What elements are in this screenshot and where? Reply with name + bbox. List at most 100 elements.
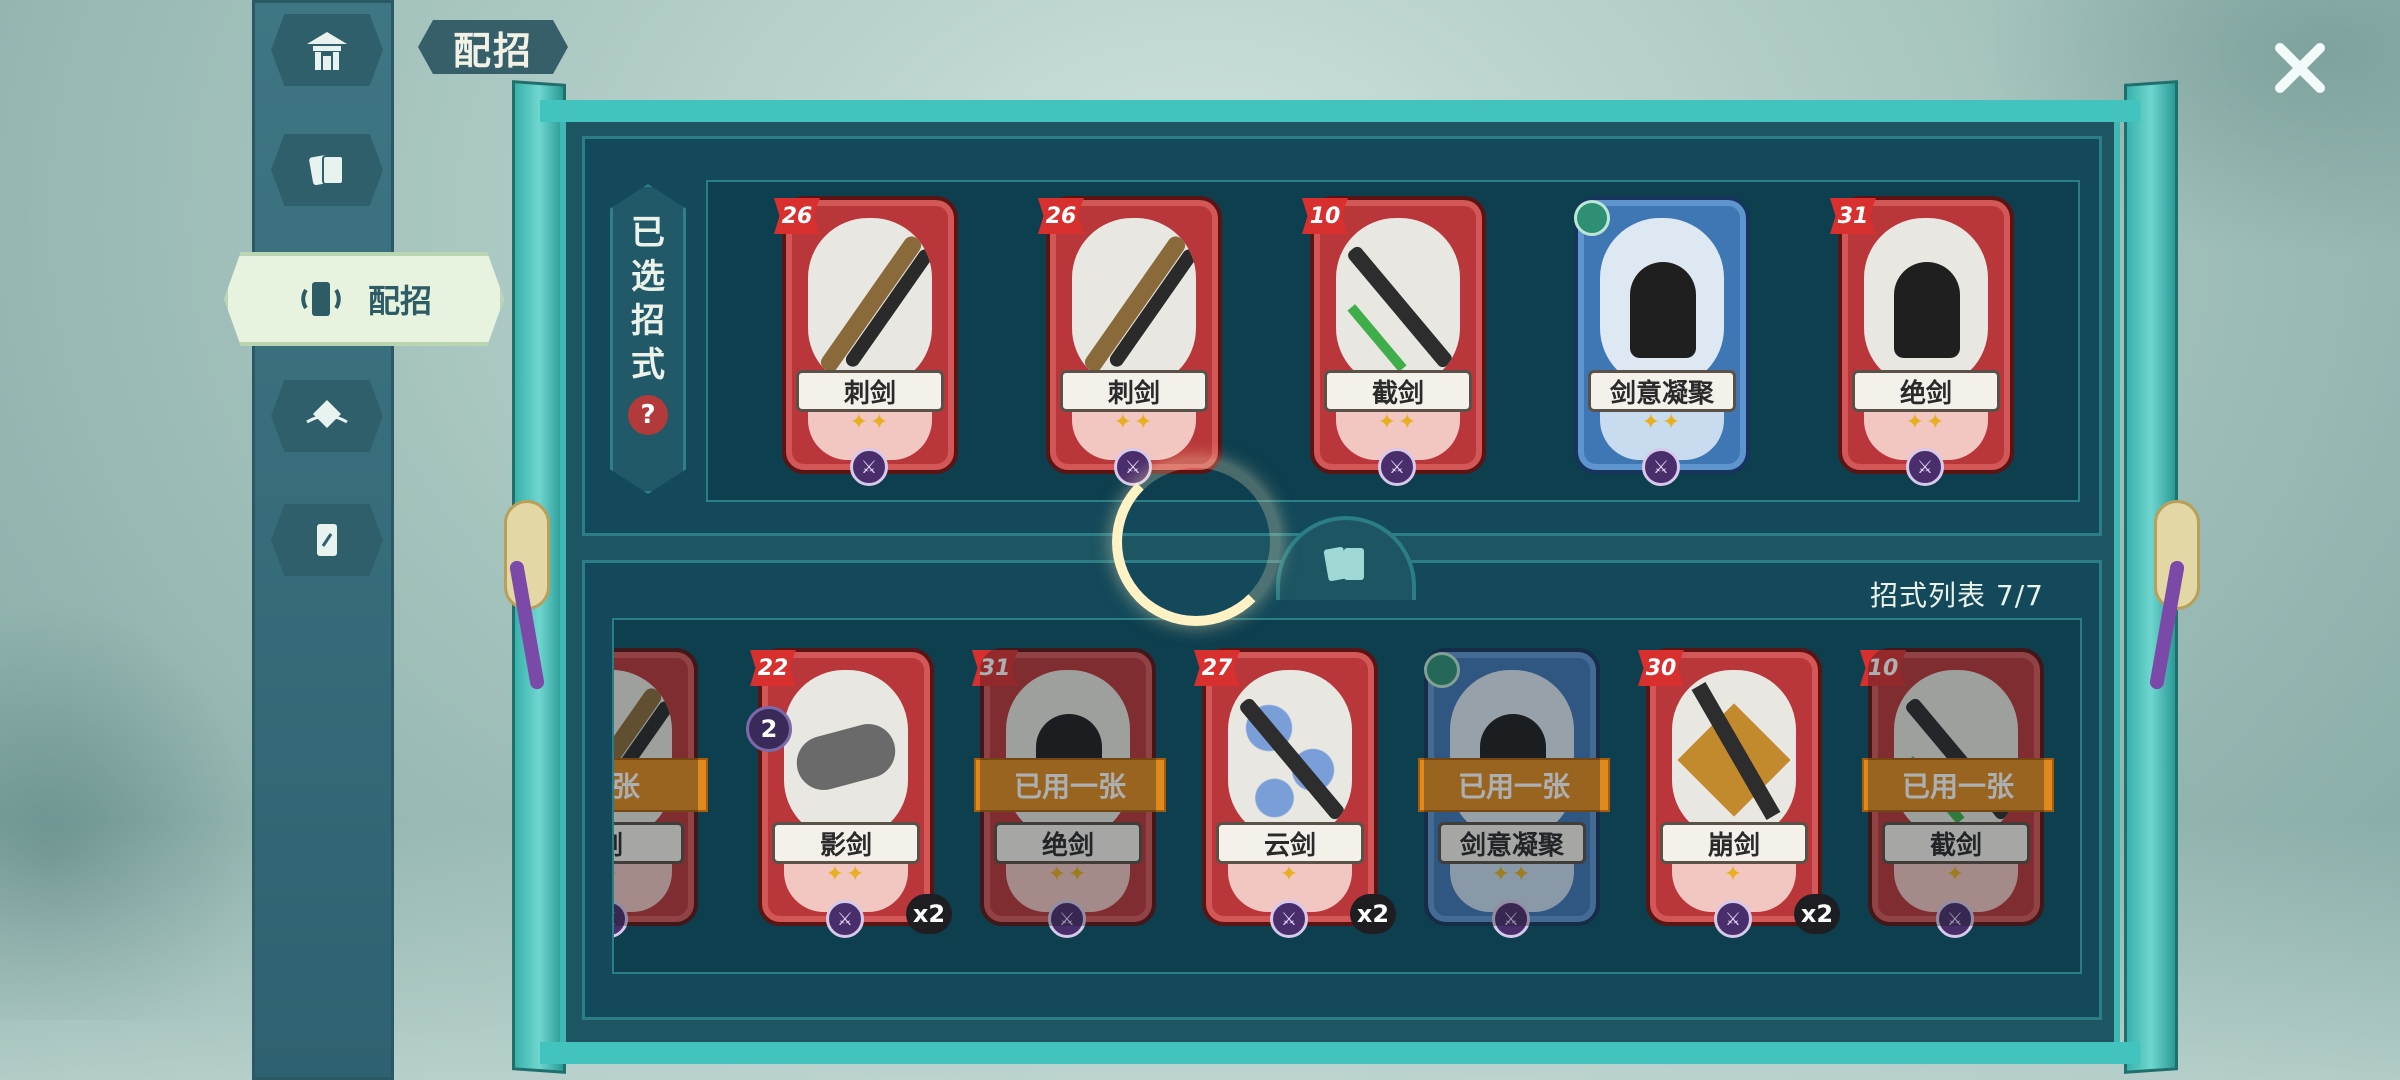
- card-stars: ✦✦: [825, 862, 867, 887]
- sword-type-icon: ⚔: [1714, 900, 1752, 938]
- move-card[interactable]: 剑意凝聚 ✦✦ ⚔ 已用一张: [1418, 648, 1610, 938]
- move-card[interactable]: 影剑 ✦✦ ⚔ 22 2 x2: [746, 648, 952, 938]
- label-char: 招: [631, 301, 665, 341]
- move-card[interactable]: 剑✦⚔两张: [614, 648, 708, 938]
- card-cost-badge: 27: [1194, 650, 1240, 686]
- card-cost-badge: 26: [1038, 198, 1084, 234]
- move-card[interactable]: 崩剑 ✦ ⚔ 30 x2: [1638, 648, 1840, 938]
- card-stars: ✦✦: [1113, 410, 1155, 435]
- card-art: [784, 670, 908, 840]
- move-card[interactable]: 截剑 ✦✦ ⚔ 10: [1302, 196, 1486, 486]
- card-art: [1600, 218, 1724, 388]
- sword-type-icon: ⚔: [1906, 448, 1944, 486]
- card-multiplier-badge: x2: [1350, 894, 1396, 934]
- card-art: [808, 218, 932, 388]
- card-art: [1864, 218, 1988, 388]
- page-title: 配招: [418, 20, 568, 74]
- emblem-icon: [306, 400, 348, 428]
- card-name: 截剑: [1324, 370, 1472, 412]
- card-art: [1336, 218, 1460, 388]
- card-cost-badge: 31: [972, 650, 1018, 686]
- sidebar-item-emblem[interactable]: [271, 380, 383, 452]
- help-button[interactable]: ?: [628, 395, 668, 435]
- card-art: [1672, 670, 1796, 840]
- card-art: [1450, 670, 1574, 840]
- sidebar-item-cards[interactable]: [271, 134, 383, 206]
- sword-type-icon: ⚔: [1936, 900, 1974, 938]
- card-cost-badge: 10: [1302, 198, 1348, 234]
- used-overlay-label: 两张: [614, 758, 708, 812]
- cards-icon: [1323, 546, 1364, 582]
- card-cost-badge: 10: [1860, 650, 1906, 686]
- card-cost-badge: 30: [1638, 650, 1684, 686]
- label-char: 已: [631, 213, 665, 253]
- sword-type-icon: ⚔: [1492, 900, 1530, 938]
- card-art: [1006, 670, 1130, 840]
- card-name: 剑: [614, 822, 684, 864]
- move-card[interactable]: 绝剑 ✦✦ ⚔ 31 已用一张: [972, 648, 1166, 938]
- label-char: 选: [631, 257, 665, 297]
- card-name: 刺剑: [796, 370, 944, 412]
- card-name: 影剑: [772, 822, 920, 864]
- card-name: 绝剑: [994, 822, 1142, 864]
- card-name: 剑意凝聚: [1588, 370, 1736, 412]
- card-art: [1072, 218, 1196, 388]
- sword-type-icon: ⚔: [1270, 900, 1308, 938]
- card-name: 云剑: [1216, 822, 1364, 864]
- card-stars: ✦✦: [1905, 410, 1947, 435]
- card-stars: ✦✦: [1491, 862, 1533, 887]
- card-stars: ✦: [1945, 862, 1967, 887]
- used-overlay-label: 已用一张: [1418, 758, 1610, 812]
- card-loadout-icon: [301, 282, 341, 316]
- card-name: 绝剑: [1852, 370, 2000, 412]
- card-count-badge: 2: [746, 706, 792, 752]
- used-overlay-label: 已用一张: [974, 758, 1166, 812]
- card-cost-badge: 26: [774, 198, 820, 234]
- card-cost-badge: 31: [1830, 198, 1876, 234]
- single-card-icon: [317, 524, 337, 556]
- sidebar-item-pavilion[interactable]: [271, 14, 383, 86]
- sword-type-icon: ⚔: [826, 900, 864, 938]
- special-badge-icon: [1424, 652, 1460, 688]
- card-stars: ✦: [614, 862, 698, 887]
- cards-icon: [309, 154, 344, 186]
- move-card[interactable]: 截剑 ✦ ⚔ 10 已用一张: [1860, 648, 2054, 938]
- card-stars: ✦✦: [1377, 410, 1419, 435]
- card-name: 刺剑: [1060, 370, 1208, 412]
- sidebar-item-label: 配招: [367, 282, 432, 320]
- sword-type-icon: ⚔: [1048, 900, 1086, 938]
- card-name: 截剑: [1882, 822, 2030, 864]
- move-card[interactable]: 刺剑 ✦✦ ⚔ 26: [1038, 196, 1222, 486]
- board-bottom-rail: [540, 1042, 2140, 1064]
- card-stars: ✦: [1723, 862, 1745, 887]
- sword-type-icon: ⚔: [1642, 448, 1680, 486]
- card-stars: ✦✦: [849, 410, 891, 435]
- card-name: 剑意凝聚: [1438, 822, 1586, 864]
- card-stars: ✦: [1279, 862, 1301, 887]
- used-overlay-label: 已用一张: [1862, 758, 2054, 812]
- close-icon[interactable]: [2268, 36, 2332, 100]
- sword-type-icon: ⚔: [1378, 448, 1416, 486]
- move-list-title: 招式列表 7/7: [1870, 579, 2044, 612]
- board-top-rail: [540, 100, 2140, 122]
- card-cost-badge: 22: [750, 650, 796, 686]
- card-stars: ✦✦: [1641, 410, 1683, 435]
- card-art: [1228, 670, 1352, 840]
- sword-type-icon: ⚔: [850, 448, 888, 486]
- label-char: 式: [631, 345, 665, 385]
- sidebar-item-single-card[interactable]: [271, 504, 383, 576]
- pavilion-icon: [307, 32, 347, 70]
- card-multiplier-badge: x2: [906, 894, 952, 934]
- move-card[interactable]: 剑意凝聚 ✦✦ ⚔: [1574, 196, 1750, 486]
- card-art: [1894, 670, 2018, 840]
- special-badge-icon: [1574, 200, 1610, 236]
- card-stars: ✦✦: [1047, 862, 1089, 887]
- move-card[interactable]: 云剑 ✦ ⚔ 27 x2: [1194, 648, 1396, 938]
- selected-moves-label: 已 选 招 式 ?: [610, 184, 686, 494]
- move-card[interactable]: 刺剑 ✦✦ ⚔ 26: [774, 196, 958, 486]
- card-multiplier-badge: x2: [1794, 894, 1840, 934]
- loading-spinner: [1112, 458, 1280, 626]
- move-card[interactable]: 绝剑 ✦✦ ⚔ 31: [1830, 196, 2014, 486]
- card-name: 崩剑: [1660, 822, 1808, 864]
- sidebar-item-card-loadout[interactable]: 配招: [224, 252, 504, 346]
